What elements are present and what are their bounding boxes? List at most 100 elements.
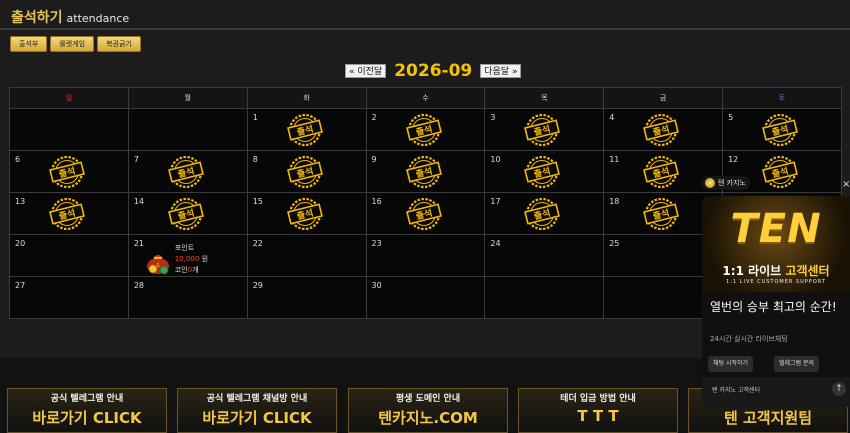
- calendar-day-cell: 5 출석: [722, 108, 842, 151]
- day-number: 7: [133, 155, 139, 164]
- weekday-tue: 화: [246, 87, 367, 109]
- tab-lottery[interactable]: 복권긁기: [97, 36, 141, 52]
- coin-label: 코인: [174, 266, 188, 274]
- attendance-stamp-icon: 출석: [642, 113, 680, 147]
- banner-cta: T T T: [577, 407, 619, 425]
- chat-widget-footer: 텐 카지노 고객센터 ↑: [702, 377, 850, 407]
- day-number: 10: [490, 155, 501, 164]
- money-bag-icon: $: [145, 249, 173, 275]
- day-number: 3: [490, 113, 496, 122]
- calendar-day-cell: 2 출석: [365, 108, 486, 151]
- banner-telegram[interactable]: 공식 텔레그램 안내 바로가기 CLICK: [7, 388, 167, 433]
- weekday-wed: 수: [365, 87, 486, 109]
- banner-live-b: 고객센터: [785, 264, 830, 278]
- close-icon[interactable]: ×: [842, 179, 850, 190]
- day-number: 20: [15, 239, 26, 248]
- chat-widget-label[interactable]: 텐 카지노: [701, 176, 750, 190]
- day-number: 12: [728, 155, 739, 164]
- point-amount: 10,000 원: [175, 254, 208, 264]
- attendance-stamp-icon: 출석: [405, 113, 443, 147]
- chat-widget-footer-text: 텐 카지노 고객센터: [712, 387, 760, 394]
- day-number: 11: [609, 155, 620, 164]
- banner-live-text: 1:1 라이브 고객센터: [702, 262, 850, 279]
- tab-attendance[interactable]: 출석부: [10, 36, 48, 52]
- banner-title: 평생 도메인 안내: [395, 394, 461, 404]
- attendance-stamp-icon: 출석: [286, 113, 324, 147]
- weekday-sat: 토: [722, 87, 842, 109]
- banner-logo-text: TEN: [730, 206, 822, 252]
- weekday-thu: 목: [484, 87, 605, 109]
- page-subtitle: attendance: [66, 12, 130, 25]
- calendar-day-cell: 20: [9, 234, 129, 277]
- day-number: 17: [490, 197, 501, 206]
- attendance-stamp-icon: 출석: [167, 197, 205, 231]
- attendance-stamp-icon: 출석: [286, 155, 324, 189]
- calendar-day-cell: 29: [246, 276, 367, 319]
- day-number: 8: [252, 155, 258, 164]
- calendar-day-cell: 21 $ 포인트 10,000 원 코인0개: [127, 234, 248, 277]
- svg-text:$: $: [156, 262, 160, 269]
- attendance-stamp-icon: 출석: [167, 155, 205, 189]
- day-number: 30: [371, 281, 382, 290]
- attendance-stamp-icon: 출석: [405, 155, 443, 189]
- next-month-button[interactable]: 다음달 »: [480, 64, 522, 78]
- attendance-stamp-icon: 출석: [761, 155, 799, 189]
- banner-cta: 텐카지노.COM: [378, 409, 478, 427]
- calendar-week-row: 1 출석 2 출석 3 출석 4 출석 5 출석: [9, 108, 842, 151]
- day-number: 15: [252, 197, 263, 206]
- attendance-stamp-icon: 출석: [642, 197, 680, 231]
- calendar-day-cell: 10 출석: [484, 150, 605, 193]
- day-number: 22: [252, 239, 263, 248]
- point-value: 10,000: [174, 255, 200, 263]
- weekday-fri: 금: [603, 87, 724, 109]
- weekday-mon: 월: [127, 87, 248, 109]
- banner-domain[interactable]: 평생 도메인 안내 텐카지노.COM: [348, 388, 508, 433]
- page-header: 출석하기 attendance: [0, 0, 850, 30]
- tab-roulette[interactable]: 룰렛게임: [50, 36, 95, 52]
- coin-amount: 코인0개: [175, 265, 199, 275]
- calendar-day-cell: 1 출석: [246, 108, 367, 151]
- calendar-day-cell: 13 출석: [9, 192, 129, 235]
- banner-title: 공식 텔레그램 채널방 안내: [206, 394, 308, 404]
- attendance-stamp-icon: 출석: [523, 155, 561, 189]
- calendar-day-cell: 23: [365, 234, 486, 277]
- banner-live-a: 1:1 라이브: [722, 264, 786, 278]
- calendar-day-cell: [127, 108, 248, 151]
- chat-widget-banner: TEN 1:1 라이브 고객센터 1:1 LIVE CUSTOMER SUPPO…: [702, 196, 850, 292]
- day-number: 28: [133, 281, 145, 290]
- banner-cta: 바로가기 CLICK: [32, 409, 142, 427]
- calendar-day-cell: [484, 276, 605, 319]
- banner-cta: 텐 고객지원팀: [723, 409, 813, 427]
- calendar-day-cell: 9 출석: [365, 150, 486, 193]
- arrow-up-icon[interactable]: ↑: [832, 382, 846, 396]
- attendance-stamp-icon: 출석: [761, 113, 799, 147]
- prev-month-button[interactable]: « 이전달: [345, 64, 387, 78]
- attendance-stamp-icon: 출석: [405, 197, 443, 231]
- day-number: 25: [609, 239, 620, 248]
- banner-cta: 바로가기 CLICK: [202, 409, 312, 427]
- calendar-day-cell: 14 출석: [127, 192, 248, 235]
- point-label: 포인트: [174, 244, 195, 252]
- calendar-day-cell: 3 출석: [484, 108, 605, 151]
- banner-title: 테더 입금 방법 안내: [560, 394, 636, 404]
- start-chat-button[interactable]: 채팅 시작하기: [708, 356, 754, 372]
- day-number: 5: [728, 113, 734, 122]
- attendance-stamp-icon: 출석: [286, 197, 324, 231]
- calendar-day-cell: 6 출석: [9, 150, 129, 193]
- day-number: 23: [371, 239, 382, 248]
- coin-unit: 개: [192, 266, 199, 274]
- chat-widget-label-text: 텐 카지노: [718, 179, 746, 187]
- calendar-day-cell: 27: [9, 276, 129, 319]
- day-number: 24: [490, 239, 501, 248]
- casino-logo-icon: [705, 178, 715, 188]
- attendance-stamp-icon: 출석: [48, 197, 86, 231]
- day-number: 18: [609, 197, 620, 206]
- day-number: 16: [371, 197, 382, 206]
- telegram-inquiry-button[interactable]: 텔레그램 문의: [774, 356, 820, 372]
- page-title: 출석하기 attendance: [11, 7, 129, 27]
- day-number: 21: [133, 239, 145, 248]
- banner-telegram-channel[interactable]: 공식 텔레그램 채널방 안내 바로가기 CLICK: [177, 388, 337, 433]
- attendance-stamp-icon: 출석: [523, 113, 561, 147]
- banner-tether[interactable]: 테더 입금 방법 안내 T T T: [518, 388, 678, 433]
- calendar-day-cell: 24: [484, 234, 605, 277]
